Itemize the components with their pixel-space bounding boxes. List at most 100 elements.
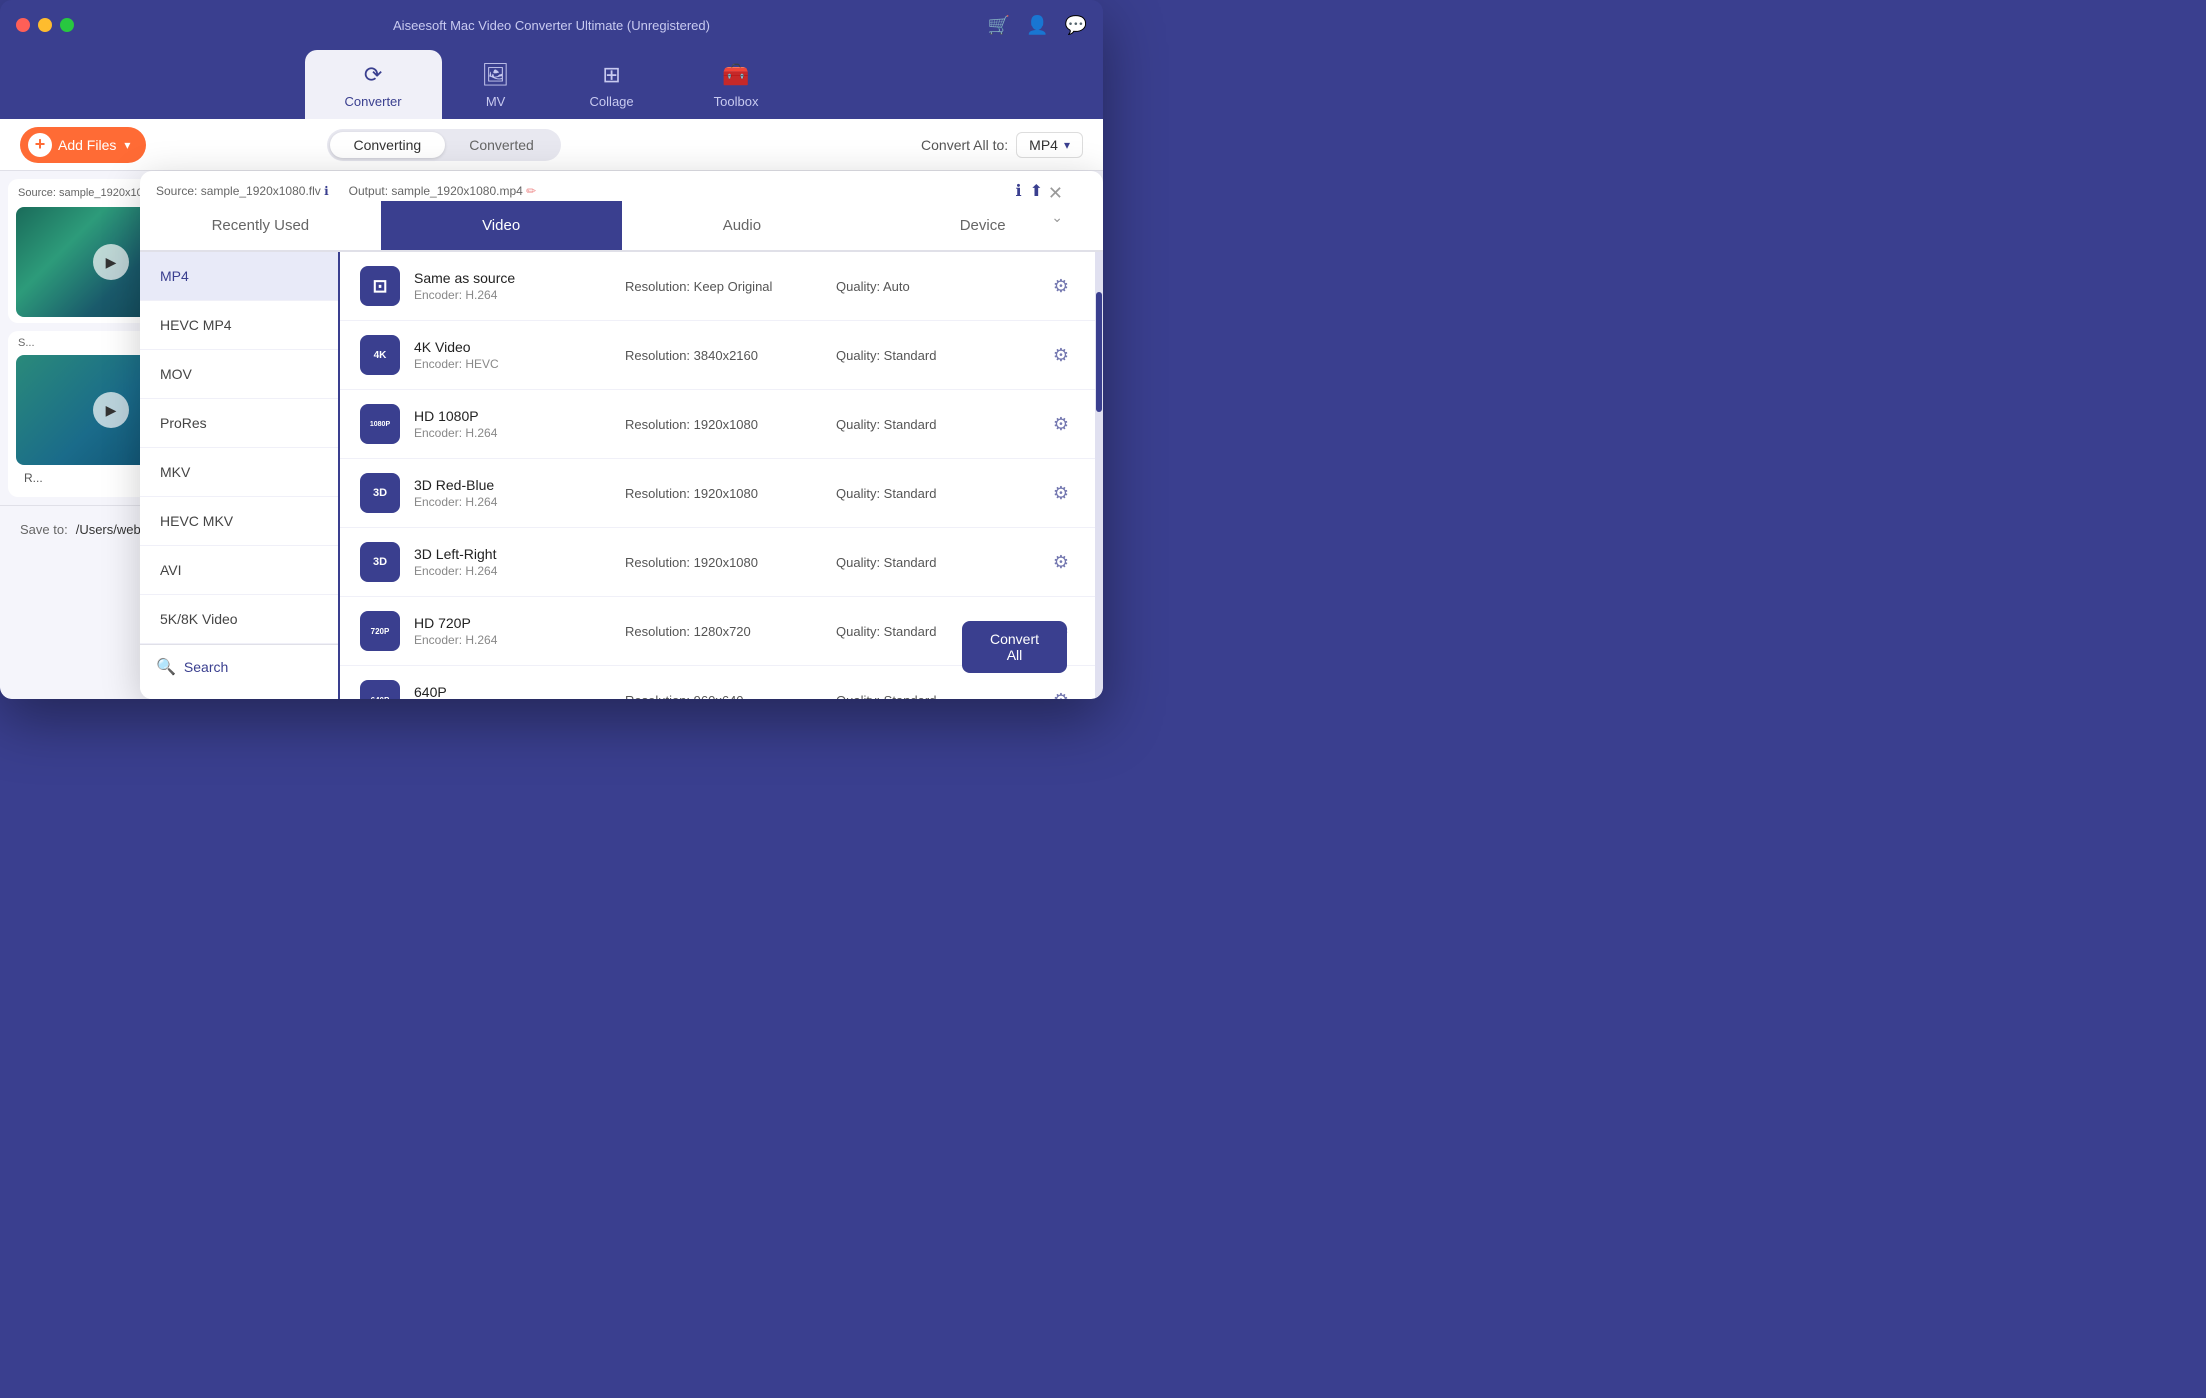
preset-info: 3D Red-Blue Encoder: H.264 [414, 477, 611, 509]
format-item-5k8k[interactable]: 5K/8K Video [140, 595, 338, 644]
preset-resolution: Resolution: 960x640 [625, 693, 822, 700]
converting-tab[interactable]: Converting [330, 132, 446, 158]
format-list: MP4 HEVC MP4 MOV ProRes MKV HEVC MKV AVI… [140, 252, 340, 699]
preset-name: Same as source [414, 270, 611, 286]
tab-recently-used[interactable]: Recently Used [140, 201, 381, 250]
toolbox-icon: 🧰 [722, 62, 749, 88]
preset-settings-button[interactable]: ⚙ [1047, 548, 1075, 576]
format-dropdown-arrow: ▾ [1064, 138, 1070, 152]
format-item-mp4[interactable]: MP4 [140, 252, 338, 301]
account-icon[interactable]: 👤 [1026, 15, 1048, 36]
search-icon: 🔍 [156, 657, 176, 677]
format-item-hevc-mp4[interactable]: HEVC MP4 [140, 301, 338, 350]
play-button[interactable]: ▶ [93, 392, 129, 428]
scrollbar[interactable] [1095, 252, 1103, 699]
mode-switcher: Converting Converted [327, 129, 561, 161]
tab-converter-label: Converter [345, 94, 402, 109]
search-row[interactable]: 🔍 Search [140, 644, 338, 689]
preset-info: 4K Video Encoder: HEVC [414, 339, 611, 371]
scrollbar-thumb[interactable] [1096, 292, 1102, 412]
settings-action-icon[interactable]: ⬆ [1030, 181, 1043, 201]
preset-encoder: Encoder: H.264 [414, 426, 611, 440]
popup-tab-bar: Recently Used Video Audio Device [140, 201, 1103, 252]
preset-icon-640p: 640P [360, 680, 400, 699]
info-action-icon[interactable]: ℹ [1016, 181, 1022, 201]
cart-icon[interactable]: 🛒 [988, 15, 1010, 36]
tab-toolbox[interactable]: 🧰 Toolbox [674, 50, 799, 119]
preset-quality: Quality: Standard [836, 417, 1033, 432]
add-files-dropdown-icon[interactable]: ▾ [124, 138, 130, 152]
minimize-button[interactable] [38, 18, 52, 32]
save-to-label: Save to: [20, 522, 68, 537]
preset-name: 4K Video [414, 339, 611, 355]
preset-encoder: Encoder: H.264 [414, 495, 611, 509]
preset-icon-1080p: 1080P [360, 404, 400, 444]
popup-close-button[interactable]: ✕ [1048, 183, 1063, 204]
main-content: + Add Files ▾ Converting Converted Conve… [0, 119, 1103, 699]
tab-converter[interactable]: ⟳ Converter [305, 50, 442, 119]
tab-video[interactable]: Video [381, 201, 622, 250]
preset-icon-same: ⊡ [360, 266, 400, 306]
format-item-mkv[interactable]: MKV [140, 448, 338, 497]
format-popup: ✕ ⌄ Source: sample_1920x1080.flv ℹ Outpu… [140, 171, 1103, 699]
converted-tab[interactable]: Converted [445, 132, 558, 158]
preset-settings-button[interactable]: ⚙ [1047, 686, 1075, 699]
convert-format-value: MP4 [1029, 137, 1058, 153]
preset-quality: Quality: Auto [836, 279, 1033, 294]
preset-name: 3D Red-Blue [414, 477, 611, 493]
preset-resolution: Resolution: Keep Original [625, 279, 822, 294]
preset-4k[interactable]: 4K 4K Video Encoder: HEVC Resolution: 38… [340, 321, 1095, 390]
tab-mv[interactable]: 🖼 MV [442, 50, 550, 119]
preset-settings-button[interactable]: ⚙ [1047, 410, 1075, 438]
preset-icon-720p: 720P [360, 611, 400, 651]
preset-settings-button[interactable]: ⚙ [1047, 272, 1075, 300]
popup-chevron-icon[interactable]: ⌄ [1051, 209, 1063, 226]
format-item-avi[interactable]: AVI [140, 546, 338, 595]
preset-name: 640P [414, 684, 611, 699]
preset-quality: Quality: Standard [836, 693, 1033, 700]
format-item-mov[interactable]: MOV [140, 350, 338, 399]
chat-icon[interactable]: 💬 [1065, 15, 1087, 36]
tab-collage-label: Collage [590, 94, 634, 109]
maximize-button[interactable] [60, 18, 74, 32]
preset-info: 3D Left-Right Encoder: H.264 [414, 546, 611, 578]
preset-resolution: Resolution: 3840x2160 [625, 348, 822, 363]
add-files-button[interactable]: + Add Files ▾ [20, 127, 146, 163]
preset-info: 640P Encoder: H.264 [414, 684, 611, 699]
tab-collage[interactable]: ⊞ Collage [550, 50, 674, 119]
source-label: S... [18, 337, 35, 349]
preset-3d-red-blue[interactable]: 3D 3D Red-Blue Encoder: H.264 Resolution… [340, 459, 1095, 528]
preset-3d-left-right[interactable]: 3D 3D Left-Right Encoder: H.264 Resoluti… [340, 528, 1095, 597]
preset-name: HD 1080P [414, 408, 611, 424]
preset-encoder: Encoder: H.264 [414, 564, 611, 578]
popup-body: MP4 HEVC MP4 MOV ProRes MKV HEVC MKV AVI… [140, 252, 1103, 699]
preset-icon-4k: 4K [360, 335, 400, 375]
converter-icon: ⟳ [364, 62, 382, 88]
preset-info: Same as source Encoder: H.264 [414, 270, 611, 302]
plus-icon: + [28, 133, 52, 157]
preset-encoder: Encoder: H.264 [414, 288, 611, 302]
preset-settings-button[interactable]: ⚙ [1047, 479, 1075, 507]
tab-device[interactable]: Device [862, 201, 1103, 250]
format-item-hevc-mkv[interactable]: HEVC MKV [140, 497, 338, 546]
title-bar-actions: 🛒 👤 💬 [988, 15, 1087, 36]
search-label: Search [184, 659, 228, 675]
tab-toolbox-label: Toolbox [714, 94, 759, 109]
close-button[interactable] [16, 18, 30, 32]
preset-resolution: Resolution: 1280x720 [625, 624, 822, 639]
tab-audio[interactable]: Audio [622, 201, 863, 250]
convert-all-button[interactable]: Convert All [962, 621, 1067, 673]
play-button[interactable]: ▶ [93, 244, 129, 280]
format-item-prores[interactable]: ProRes [140, 399, 338, 448]
preset-resolution: Resolution: 1920x1080 [625, 555, 822, 570]
output-info-text: Output: sample_1920x1080.mp4 ✏ [349, 184, 537, 198]
convert-format-selector[interactable]: MP4 ▾ [1016, 132, 1083, 158]
traffic-lights [16, 18, 74, 32]
collage-icon: ⊞ [602, 62, 620, 88]
preset-settings-button[interactable]: ⚙ [1047, 341, 1075, 369]
preset-hd1080p[interactable]: 1080P HD 1080P Encoder: H.264 Resolution… [340, 390, 1095, 459]
preset-same-as-source[interactable]: ⊡ Same as source Encoder: H.264 Resoluti… [340, 252, 1095, 321]
window-title: Aiseesoft Mac Video Converter Ultimate (… [393, 18, 710, 33]
action-bar: + Add Files ▾ Converting Converted Conve… [0, 119, 1103, 171]
source-info-text: Source: sample_1920x1080.flv ℹ [156, 184, 329, 198]
